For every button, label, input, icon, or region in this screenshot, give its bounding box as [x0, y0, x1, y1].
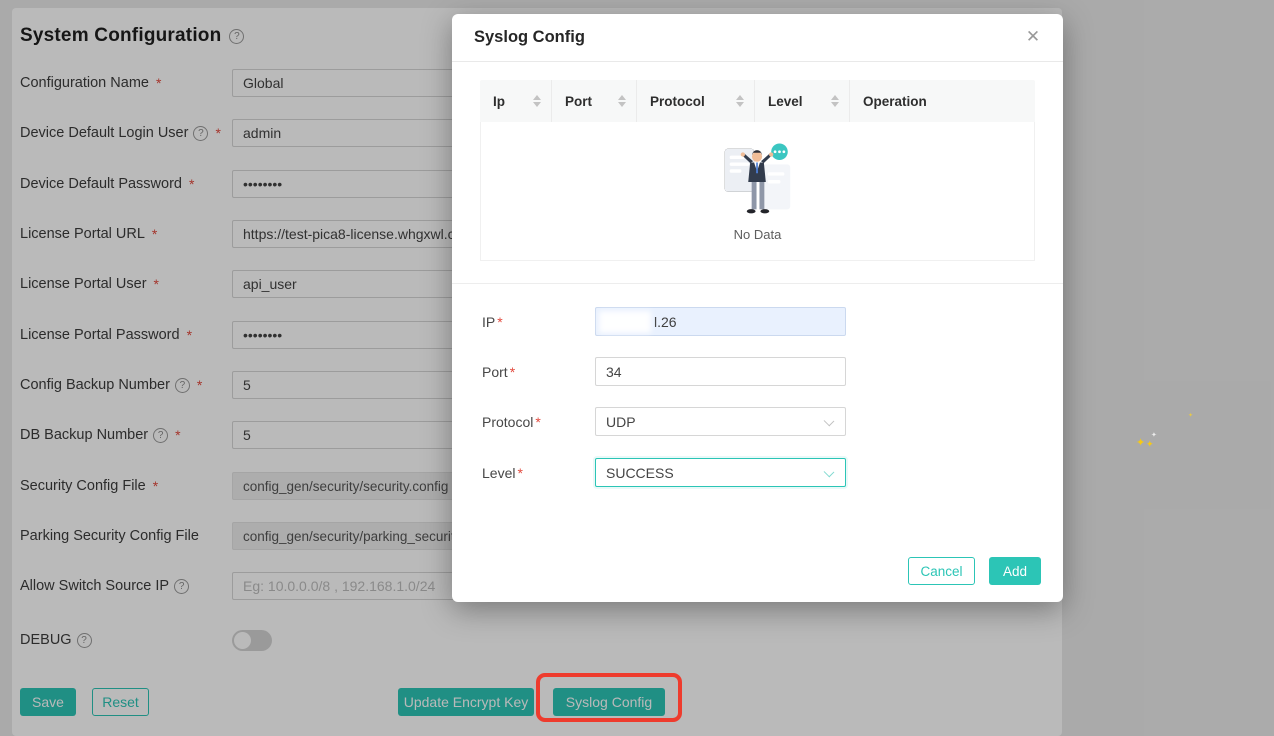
- field-label: Protocol: [482, 414, 595, 430]
- protocol-select[interactable]: UDP: [595, 407, 846, 436]
- required-asterisk: [535, 414, 540, 430]
- modal-header: Syslog Config: [452, 14, 1063, 62]
- modal-form-row: Level SUCCESS: [482, 458, 846, 487]
- highlight-annotation-rect: [536, 673, 682, 722]
- field-label: Port: [482, 364, 595, 380]
- sort-icon[interactable]: [618, 95, 626, 107]
- ip-input[interactable]: l.26: [595, 307, 846, 336]
- field-label: Level: [482, 465, 595, 481]
- sparkle-icon: ✦: [1188, 413, 1194, 419]
- modal-form-row: Port: [482, 357, 846, 386]
- modal-form-row: Protocol UDP: [482, 407, 846, 436]
- no-data-text: No Data: [733, 226, 782, 242]
- sparkle-icon: ✦: [1136, 437, 1146, 449]
- table-header: Ip Port Protocol Level Operation: [480, 80, 1035, 122]
- modal-form-row: IP l.26: [482, 307, 846, 336]
- required-asterisk: [517, 465, 522, 481]
- syslog-table: Ip Port Protocol Level Operation No Data: [480, 80, 1035, 261]
- add-button[interactable]: Add: [989, 557, 1041, 585]
- column-header-port[interactable]: Port: [552, 80, 637, 122]
- column-header-protocol[interactable]: Protocol: [637, 80, 755, 122]
- field-label: IP: [482, 314, 595, 330]
- column-header-level[interactable]: Level: [755, 80, 850, 122]
- section-divider: [452, 283, 1063, 284]
- table-empty-body: No Data: [480, 122, 1035, 261]
- required-asterisk: [510, 364, 515, 380]
- sort-icon[interactable]: [736, 95, 744, 107]
- sort-icon[interactable]: [533, 95, 541, 107]
- column-header-ip[interactable]: Ip: [480, 80, 552, 122]
- chevron-down-icon: [823, 415, 835, 427]
- close-icon[interactable]: [1023, 27, 1043, 47]
- sparkle-icon: ✦: [1151, 432, 1157, 439]
- syslog-config-modal: Syslog Config Ip Port Protocol Level Ope…: [452, 14, 1063, 602]
- no-data-illustration: [724, 142, 790, 213]
- column-header-operation: Operation: [863, 93, 927, 109]
- sort-icon[interactable]: [831, 95, 839, 107]
- required-asterisk: [497, 314, 502, 330]
- sparkle-icon: ✦: [1146, 439, 1154, 449]
- chevron-down-icon: [823, 466, 835, 478]
- redaction-blur: [599, 311, 651, 333]
- screen: System Configuration Configuration Name …: [0, 0, 1274, 736]
- modal-title: Syslog Config: [474, 28, 585, 46]
- port-input[interactable]: [595, 357, 846, 386]
- level-select[interactable]: SUCCESS: [595, 458, 846, 487]
- cancel-button[interactable]: Cancel: [908, 557, 975, 585]
